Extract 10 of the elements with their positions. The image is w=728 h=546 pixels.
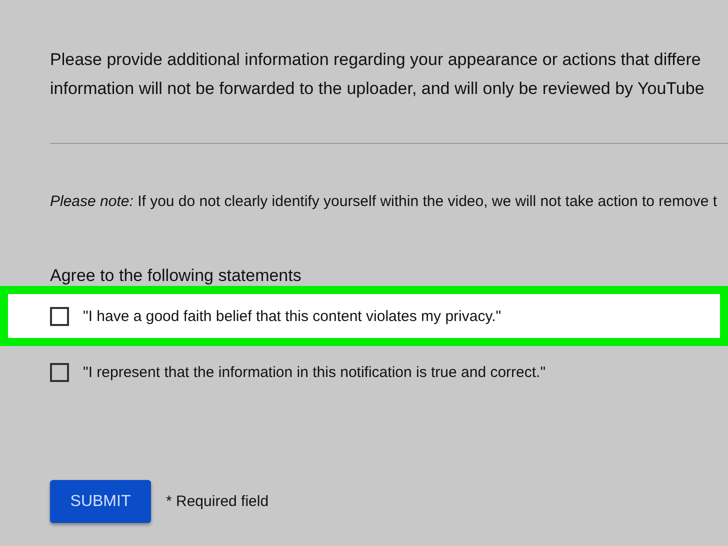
required-note: * Required field <box>166 493 269 510</box>
intro-text: Please provide additional information regarding your appearance or actions that differe <box>50 50 702 70</box>
intro-text: information will not be forwarded to the uploader, and will only be reviewed by YouTube <box>50 79 706 99</box>
note-text: Please note: If you do not clearly identify yourself within the video, we will not take action to remove t <box>50 193 718 211</box>
statement-label: "I have a good faith belief that this content violates my privacy." <box>83 308 502 324</box>
statement-label: "I represent that the information in this notification is true and correct." <box>83 364 546 380</box>
submit-button[interactable]: SUBMIT <box>50 480 151 523</box>
checkbox[interactable] <box>50 306 69 326</box>
checkbox[interactable] <box>50 362 69 382</box>
statements-heading: Agree to the following statements <box>50 266 302 286</box>
